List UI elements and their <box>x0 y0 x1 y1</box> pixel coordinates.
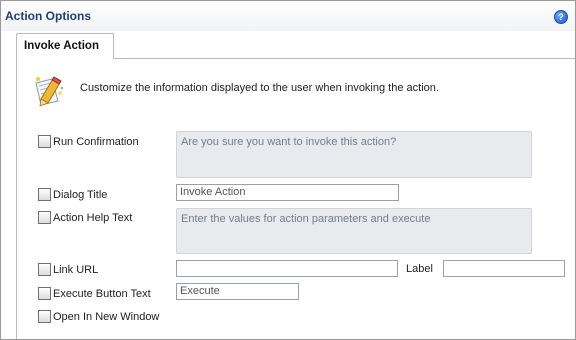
execute-button-text-input[interactable]: Execute <box>176 283 299 300</box>
tab-label: Invoke Action <box>24 40 99 52</box>
dialog-title: Action Options <box>5 9 91 23</box>
execute-button-text-label: Execute Button Text <box>53 288 151 300</box>
action-help-text-label: Action Help Text <box>53 212 133 224</box>
run-confirmation-textarea[interactable]: Are you sure you want to invoke this act… <box>176 131 532 178</box>
wizard-pencil-icon <box>35 76 64 107</box>
action-help-text-textarea[interactable]: Enter the values for action parameters a… <box>176 208 532 254</box>
action-help-text-checkbox[interactable] <box>38 211 51 224</box>
run-confirmation-label: Run Confirmation <box>53 136 139 148</box>
link-url-label: Link URL <box>53 264 99 276</box>
intro-text: Customize the information displayed to t… <box>80 82 439 94</box>
link-url-input[interactable] <box>176 260 398 277</box>
link-url-checkbox[interactable] <box>38 263 51 276</box>
dialog-title-input[interactable]: Invoke Action <box>176 184 399 201</box>
execute-button-text-checkbox[interactable] <box>38 287 51 300</box>
dialog-title-label: Dialog Title <box>53 189 108 201</box>
dialog-title-checkbox[interactable] <box>38 188 51 201</box>
run-confirmation-checkbox[interactable] <box>38 135 51 148</box>
dialog-header: Action Options ? <box>1 1 575 31</box>
link-label-input[interactable] <box>443 260 565 277</box>
help-icon[interactable]: ? <box>554 10 568 24</box>
link-label-field-label: Label <box>406 263 433 275</box>
open-in-new-window-checkbox[interactable] <box>38 310 51 323</box>
open-in-new-window-label: Open In New Window <box>53 311 160 323</box>
tab-invoke-action[interactable]: Invoke Action <box>16 33 114 59</box>
